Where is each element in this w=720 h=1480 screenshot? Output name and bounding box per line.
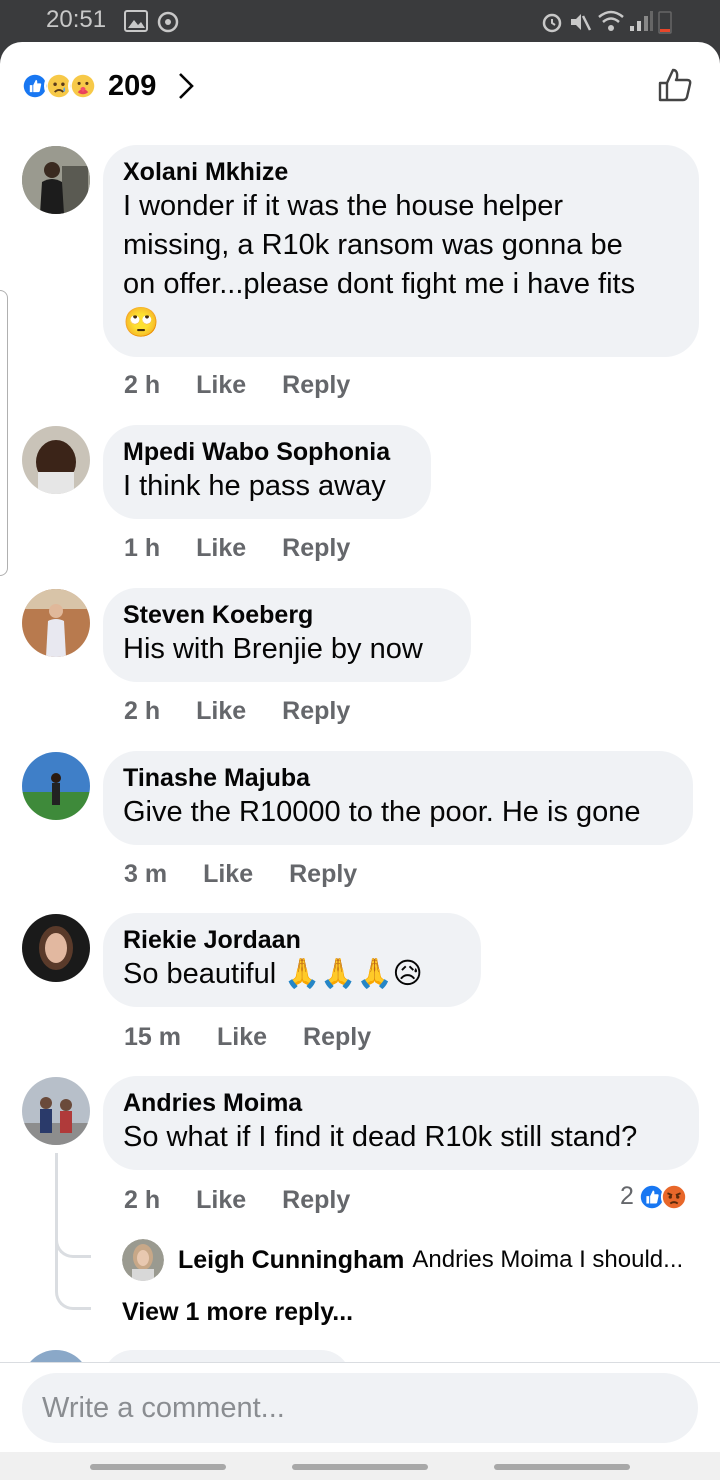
thread-line xyxy=(55,1153,58,1243)
comment-bubble[interactable]: Xolani Mkhize I wonder if it was the hou… xyxy=(103,145,699,357)
comment-actions: 2 h Like Reply xyxy=(124,1186,386,1215)
status-bar: 20:51 xyxy=(0,0,720,42)
navigation-bar xyxy=(0,1452,720,1480)
status-time: 20:51 xyxy=(46,6,107,33)
angry-icon xyxy=(660,1183,687,1210)
like-post-icon[interactable] xyxy=(656,66,694,104)
reply-link[interactable]: Reply xyxy=(303,1023,371,1052)
comment-text: I think he pass away xyxy=(123,470,386,502)
like-link[interactable]: Like xyxy=(196,534,246,563)
comment-time: 1 h xyxy=(124,534,161,562)
comment-time: 15 m xyxy=(124,1023,181,1051)
care-icon xyxy=(68,71,98,101)
scroll-handle[interactable] xyxy=(0,290,8,576)
comment-emoji: 🙄 xyxy=(123,307,160,339)
avatar[interactable] xyxy=(22,589,90,657)
comment-text: missing, a R10k ransom was gonna be xyxy=(123,229,623,261)
comment-author[interactable]: Riekie Jordaan xyxy=(123,925,459,955)
avatar[interactable] xyxy=(22,914,90,982)
comment-author[interactable]: Steven Koeberg xyxy=(123,600,449,630)
comment-text: on offer...please dont fight me i have f… xyxy=(123,268,636,300)
reply-link[interactable]: Reply xyxy=(289,860,357,889)
like-link[interactable]: Like xyxy=(196,697,246,726)
reply-link[interactable]: Reply xyxy=(282,1186,350,1215)
reply-author: Leigh Cunningham xyxy=(178,1245,405,1274)
comment-time: 3 m xyxy=(124,860,168,888)
mute-icon xyxy=(571,14,592,31)
comment-author[interactable]: Tinashe Majuba xyxy=(123,763,671,793)
battery-icon xyxy=(658,11,672,34)
like-link[interactable]: Like xyxy=(217,1023,267,1052)
comment-actions: 15 m Like Reply xyxy=(124,1023,407,1052)
signal-icon xyxy=(630,11,653,31)
reaction-count: 209 xyxy=(108,69,157,102)
like-link[interactable]: Like xyxy=(203,860,253,889)
chevron-right-icon[interactable] xyxy=(178,72,195,100)
comment-text: His with Brenjie by now xyxy=(123,633,423,665)
reply-link[interactable]: Reply xyxy=(282,371,350,400)
comment-actions: 3 m Like Reply xyxy=(124,860,393,889)
comment-time: 2 h xyxy=(124,1186,161,1214)
reactions-summary[interactable]: 209 xyxy=(20,66,195,106)
avatar[interactable] xyxy=(22,146,90,214)
reply-snippet: Andries Moima I should... xyxy=(412,1246,684,1273)
thread-curve xyxy=(55,1242,91,1310)
nav-home-button[interactable] xyxy=(292,1464,428,1470)
comment-text: I wonder if it was the house helper xyxy=(123,190,564,222)
alarm-icon xyxy=(542,13,562,33)
comment-text: So beautiful 🙏🙏🙏😥 xyxy=(123,958,423,990)
comment-reaction-count: 2 xyxy=(620,1182,634,1210)
reply-link[interactable]: Reply xyxy=(282,697,350,726)
reply-preview[interactable]: Leigh Cunningham Andries Moima I should.… xyxy=(122,1238,683,1282)
comment-bubble[interactable]: Riekie Jordaan So beautiful 🙏🙏🙏😥 xyxy=(103,913,481,1007)
avatar[interactable] xyxy=(22,426,90,494)
comment-time: 2 h xyxy=(124,697,161,725)
comment-bubble[interactable]: Andries Moima So what if I find it dead … xyxy=(103,1076,699,1170)
comment-actions: 2 h Like Reply xyxy=(124,371,386,400)
nav-recent-button[interactable] xyxy=(90,1464,226,1470)
comment-actions: 2 h Like Reply xyxy=(124,697,386,726)
comment-text: Give the R10000 to the poor. He is gone xyxy=(123,796,641,828)
sync-icon xyxy=(157,11,179,33)
comment-author[interactable]: Mpedi Wabo Sophonia xyxy=(123,437,409,467)
nav-back-button[interactable] xyxy=(494,1464,630,1470)
comments-sheet: 209 Xolani Mkhize I wonder if it was the… xyxy=(0,42,720,1480)
gallery-icon xyxy=(124,10,148,32)
comment-actions: 1 h Like Reply xyxy=(124,534,386,563)
avatar[interactable] xyxy=(22,1077,90,1145)
like-link[interactable]: Like xyxy=(196,1186,246,1215)
comment-time: 2 h xyxy=(124,371,161,399)
comment-author[interactable]: Andries Moima xyxy=(123,1088,677,1118)
wifi-icon xyxy=(598,10,624,31)
comment-bubble[interactable]: Tinashe Majuba Give the R10000 to the po… xyxy=(103,751,693,845)
reply-link[interactable]: Reply xyxy=(282,534,350,563)
comment-text: So what if I find it dead R10k still sta… xyxy=(123,1121,638,1153)
like-link[interactable]: Like xyxy=(196,371,246,400)
comment-author[interactable]: Xolani Mkhize xyxy=(123,157,677,187)
avatar[interactable] xyxy=(122,1239,164,1281)
comment-reactions[interactable]: 2 xyxy=(620,1182,688,1211)
comment-bubble[interactable]: Steven Koeberg His with Brenjie by now xyxy=(103,588,471,682)
avatar[interactable] xyxy=(22,752,90,820)
view-more-replies[interactable]: View 1 more reply... xyxy=(122,1298,353,1327)
comment-bubble[interactable]: Mpedi Wabo Sophonia I think he pass away xyxy=(103,425,431,519)
comment-input[interactable]: Write a comment... xyxy=(22,1373,698,1443)
